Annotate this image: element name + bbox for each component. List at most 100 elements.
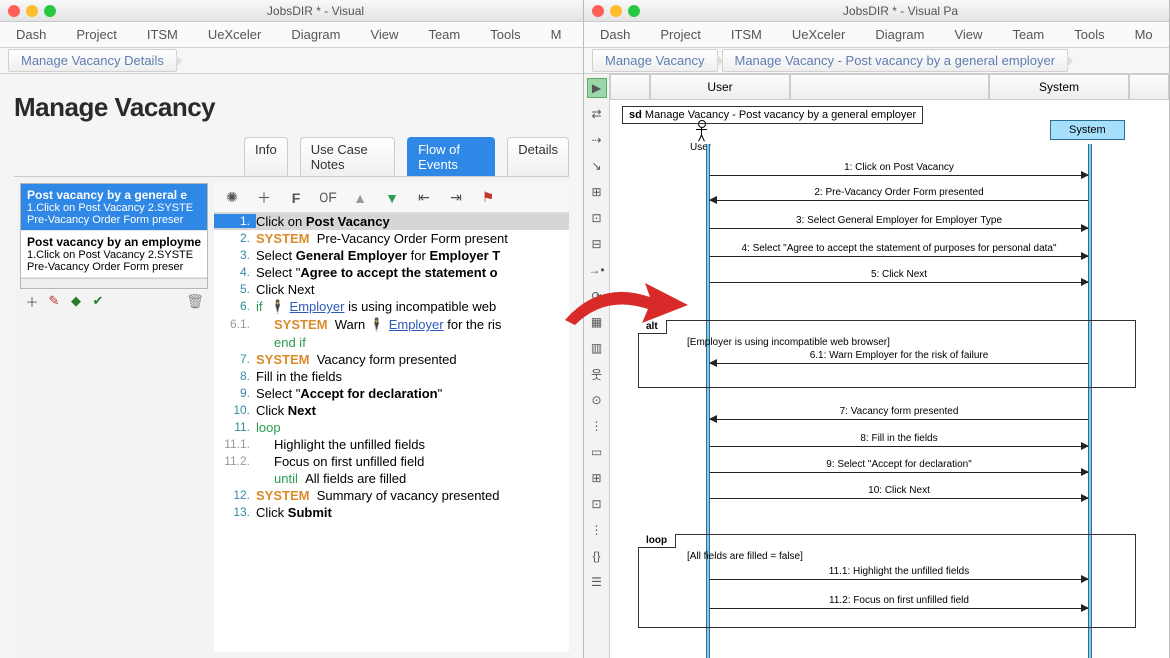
flow-step[interactable]: 6.if 🕴 Employer is using incompatible we… bbox=[214, 298, 569, 316]
toolstrip-button[interactable]: ⋮ bbox=[587, 416, 607, 436]
scenario-tool-button[interactable]: ＋ bbox=[24, 293, 40, 309]
toolstrip-button[interactable]: ☰ bbox=[587, 572, 607, 592]
toolstrip-button[interactable]: ⟳ bbox=[587, 286, 607, 306]
minimize-icon[interactable] bbox=[26, 5, 38, 17]
editor-tool-button[interactable]: ＋ bbox=[254, 188, 274, 208]
menu-item[interactable]: Diagram bbox=[291, 27, 340, 42]
toolstrip-button[interactable]: ▶ bbox=[587, 78, 607, 98]
menu-item[interactable]: UeXceler bbox=[208, 27, 261, 42]
menu-item[interactable]: M bbox=[551, 27, 562, 42]
minimize-icon[interactable] bbox=[610, 5, 622, 17]
menu-item[interactable]: Diagram bbox=[875, 27, 924, 42]
flow-step[interactable]: 10.Click Next bbox=[214, 402, 569, 419]
toolstrip-button[interactable]: ↘ bbox=[587, 156, 607, 176]
editor-tool-button[interactable]: ⇤ bbox=[414, 188, 434, 208]
sequence-diagram[interactable]: sd Manage Vacancy - Post vacancy by a ge… bbox=[610, 100, 1169, 658]
sequence-message[interactable]: 1: Click on Post Vacancy bbox=[710, 175, 1088, 187]
toolstrip-button[interactable]: ⊙ bbox=[587, 390, 607, 410]
menu-item[interactable]: Project bbox=[660, 27, 700, 42]
crumb[interactable]: Manage Vacancy bbox=[592, 49, 718, 72]
flow-step[interactable]: 1.Click on Post Vacancy bbox=[214, 213, 569, 230]
flow-step[interactable]: 11.loop bbox=[214, 419, 569, 436]
flow-step[interactable]: 11.1.Highlight the unfilled fields bbox=[214, 436, 569, 453]
editor-tool-button[interactable]: ▼ bbox=[382, 188, 402, 208]
flow-list[interactable]: 1.Click on Post Vacancy2.SYSTEM Pre-Vaca… bbox=[214, 213, 569, 652]
toolstrip-button[interactable]: ▭ bbox=[587, 442, 607, 462]
editor-tool-button[interactable]: F bbox=[286, 188, 306, 208]
combined-fragment[interactable]: alt[Employer is using incompatible web b… bbox=[638, 320, 1136, 388]
diagram-tab-system[interactable]: System bbox=[989, 74, 1129, 99]
toolstrip-button[interactable]: ⇄ bbox=[587, 104, 607, 124]
sequence-message[interactable]: 4: Select "Agree to accept the statement… bbox=[710, 256, 1088, 268]
sequence-message[interactable]: 3: Select General Employer for Employer … bbox=[710, 228, 1088, 240]
scenario-tool-button[interactable]: ✔ bbox=[90, 293, 106, 309]
editor-tool-button[interactable]: ▲ bbox=[350, 188, 370, 208]
toolstrip-button[interactable]: ⊡ bbox=[587, 208, 607, 228]
diagram-tab-blank[interactable] bbox=[610, 74, 650, 99]
flow-step[interactable]: 13.Click Submit bbox=[214, 504, 569, 521]
menu-item[interactable]: Tools bbox=[490, 27, 520, 42]
flow-step[interactable]: 3.Select General Employer for Employer T bbox=[214, 247, 569, 264]
flow-step[interactable]: 11.2.Focus on first unfilled field bbox=[214, 453, 569, 470]
menu-item[interactable]: Mo bbox=[1135, 27, 1153, 42]
flow-step[interactable]: end if bbox=[214, 334, 569, 351]
menu-item[interactable]: Team bbox=[1012, 27, 1044, 42]
menu-item[interactable]: Project bbox=[76, 27, 116, 42]
close-icon[interactable] bbox=[8, 5, 20, 17]
editor-tool-button[interactable]: ⇥ bbox=[446, 188, 466, 208]
toolstrip-button[interactable]: ⇢ bbox=[587, 130, 607, 150]
editor-tool-button[interactable]: ꯰F bbox=[318, 188, 338, 208]
toolstrip-button[interactable]: ⊞ bbox=[587, 182, 607, 202]
tab-use-case-notes[interactable]: Use Case Notes bbox=[300, 137, 395, 176]
toolstrip-button[interactable]: ⋮ bbox=[587, 520, 607, 540]
toolstrip-button[interactable]: ⊟ bbox=[587, 234, 607, 254]
flow-step[interactable]: 5.Click Next bbox=[214, 281, 569, 298]
sequence-message[interactable]: 9: Select "Accept for declaration" bbox=[710, 472, 1088, 484]
actor-system[interactable]: System bbox=[1050, 120, 1125, 140]
menu-item[interactable]: Dash bbox=[16, 27, 46, 42]
combined-fragment[interactable]: loop[All fields are filled = false] bbox=[638, 534, 1136, 628]
toolstrip-button[interactable]: →• bbox=[587, 260, 607, 280]
sequence-message[interactable]: 5: Click Next bbox=[710, 282, 1088, 294]
tab-info[interactable]: Info bbox=[244, 137, 288, 176]
sequence-message[interactable]: 8: Fill in the fields bbox=[710, 446, 1088, 458]
toolstrip-button[interactable]: ⊞ bbox=[587, 468, 607, 488]
flow-step[interactable]: 9.Select "Accept for declaration" bbox=[214, 385, 569, 402]
crumb[interactable]: Manage Vacancy Details bbox=[8, 49, 177, 72]
crumb[interactable]: Manage Vacancy - Post vacancy by a gener… bbox=[722, 49, 1069, 72]
diagram-tab-user[interactable]: User bbox=[650, 74, 790, 99]
menu-item[interactable]: Tools bbox=[1074, 27, 1104, 42]
flow-step[interactable]: 8.Fill in the fields bbox=[214, 368, 569, 385]
scenario-list[interactable]: Post vacancy by a general e1.Click on Po… bbox=[20, 183, 208, 289]
scrollbar[interactable] bbox=[21, 278, 207, 288]
tab-details[interactable]: Details bbox=[507, 137, 569, 176]
toolstrip-button[interactable]: ▦ bbox=[587, 312, 607, 332]
sequence-message[interactable]: 7: Vacancy form presented bbox=[710, 419, 1088, 431]
flow-step[interactable]: 4.Select "Agree to accept the statement … bbox=[214, 264, 569, 281]
flow-step[interactable]: 2.SYSTEM Pre-Vacancy Order Form present bbox=[214, 230, 569, 247]
editor-tool-button[interactable]: ✺ bbox=[222, 188, 242, 208]
scenario-item[interactable]: Post vacancy by a general e1.Click on Po… bbox=[21, 184, 207, 231]
scenario-item[interactable]: Post vacancy by an employme1.Click on Po… bbox=[21, 231, 207, 278]
menu-item[interactable]: View bbox=[370, 27, 398, 42]
trash-icon[interactable]: 🗑 bbox=[186, 293, 204, 310]
menu-item[interactable]: ITSM bbox=[147, 27, 178, 42]
menu-item[interactable]: Dash bbox=[600, 27, 630, 42]
scenario-tool-button[interactable]: ✎ bbox=[46, 293, 62, 309]
menu-item[interactable]: ITSM bbox=[731, 27, 762, 42]
sequence-message[interactable]: 10: Click Next bbox=[710, 498, 1088, 510]
toolstrip-button[interactable]: ▥ bbox=[587, 338, 607, 358]
menu-item[interactable]: View bbox=[954, 27, 982, 42]
menu-item[interactable]: UeXceler bbox=[792, 27, 845, 42]
menu-item[interactable]: Team bbox=[428, 27, 460, 42]
flow-step[interactable]: 12.SYSTEM Summary of vacancy presented bbox=[214, 487, 569, 504]
tab-flow-of-events[interactable]: Flow of Events bbox=[407, 137, 495, 176]
flow-step[interactable]: 6.1.SYSTEM Warn 🕴 Employer for the ris bbox=[214, 316, 569, 334]
scenario-tool-button[interactable]: ◆ bbox=[68, 293, 84, 309]
flow-step[interactable]: until All fields are filled bbox=[214, 470, 569, 487]
sequence-message[interactable]: 2: Pre-Vacancy Order Form presented bbox=[710, 200, 1088, 212]
toolstrip-button[interactable]: 웃 bbox=[587, 364, 607, 384]
zoom-icon[interactable] bbox=[44, 5, 56, 17]
toolstrip-button[interactable]: ⊡ bbox=[587, 494, 607, 514]
zoom-icon[interactable] bbox=[628, 5, 640, 17]
